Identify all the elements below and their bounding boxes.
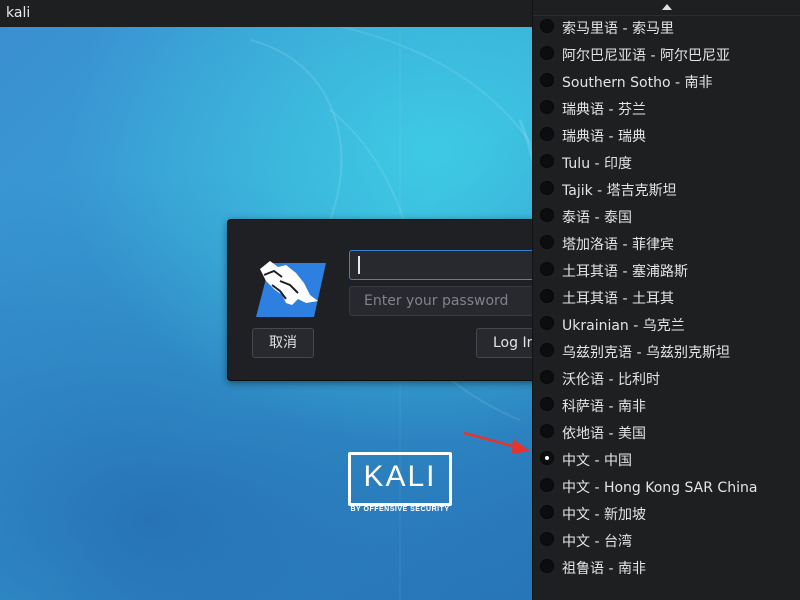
language-menu-item-label: Ukrainian - 乌克兰 bbox=[562, 318, 685, 334]
kali-dragon-avatar-icon bbox=[256, 261, 326, 317]
language-menu-item[interactable]: Ukrainian - 乌克兰 bbox=[533, 310, 800, 337]
language-menu-item[interactable]: 沃伦语 - 比利时 bbox=[533, 364, 800, 391]
language-menu-item[interactable]: 瑞典语 - 芬兰 bbox=[533, 94, 800, 121]
radio-icon bbox=[540, 316, 554, 330]
radio-icon bbox=[540, 505, 554, 519]
kali-logo-tagline: BY OFFENSIVE SECURITY bbox=[350, 506, 450, 513]
text-cursor bbox=[358, 256, 360, 274]
language-menu-item[interactable]: Tajik - 塔吉克斯坦 bbox=[533, 175, 800, 202]
radio-icon bbox=[540, 208, 554, 222]
language-menu-item[interactable]: 中文 - Hong Kong SAR China bbox=[533, 472, 800, 499]
language-menu-item-label: 瑞典语 - 瑞典 bbox=[562, 129, 646, 145]
language-menu-item-label: 塔加洛语 - 菲律宾 bbox=[562, 237, 674, 253]
language-menu-item[interactable]: 土耳其语 - 塞浦路斯 bbox=[533, 256, 800, 283]
language-menu-item-label: 瑞典语 - 芬兰 bbox=[562, 102, 646, 118]
language-menu-item[interactable]: 瑞典语 - 瑞典 bbox=[533, 121, 800, 148]
radio-icon bbox=[540, 100, 554, 114]
radio-icon bbox=[540, 127, 554, 141]
language-menu-item[interactable]: 索马里语 - 索马里 bbox=[533, 13, 800, 40]
language-menu[interactable]: 索马里语 - 索马里阿尔巴尼亚语 - 阿尔巴尼亚 Southern Sotho -… bbox=[532, 0, 800, 600]
language-menu-item-label: 中文 - 中国 bbox=[562, 453, 632, 469]
language-menu-item-label: 土耳其语 - 土耳其 bbox=[562, 291, 674, 307]
radio-icon bbox=[540, 235, 554, 249]
radio-icon bbox=[540, 181, 554, 195]
language-menu-item[interactable]: 阿尔巴尼亚语 - 阿尔巴尼亚 bbox=[533, 40, 800, 67]
radio-icon bbox=[540, 424, 554, 438]
kali-logo: KALI BY OFFENSIVE SECURITY bbox=[348, 452, 452, 516]
language-menu-item-label: 泰语 - 泰国 bbox=[562, 210, 632, 226]
kali-logo-text: KALI bbox=[363, 460, 437, 493]
radio-icon bbox=[540, 154, 554, 168]
language-menu-item[interactable]: 乌兹别克语 - 乌兹别克斯坦 bbox=[533, 337, 800, 364]
language-list: 索马里语 - 索马里阿尔巴尼亚语 - 阿尔巴尼亚 Southern Sotho -… bbox=[533, 13, 800, 580]
red-arrow-annotation-icon bbox=[463, 431, 530, 454]
language-menu-item-label: 祖鲁语 - 南非 bbox=[562, 561, 646, 577]
radio-icon bbox=[540, 478, 554, 492]
radio-icon bbox=[540, 262, 554, 276]
radio-icon bbox=[540, 343, 554, 357]
radio-icon bbox=[540, 370, 554, 384]
radio-icon bbox=[540, 73, 554, 87]
password-placeholder: Enter your password bbox=[364, 293, 509, 309]
language-menu-item[interactable]: Tulu - 印度 bbox=[533, 148, 800, 175]
hostname-label: kali bbox=[6, 5, 31, 21]
language-menu-item[interactable]: 科萨语 - 南非 bbox=[533, 391, 800, 418]
language-menu-item-label: 中文 - 台湾 bbox=[562, 534, 632, 550]
language-menu-item-label: 中文 - Hong Kong SAR China bbox=[562, 480, 758, 496]
language-menu-item[interactable]: 泰语 - 泰国 bbox=[533, 202, 800, 229]
language-menu-item-label: 科萨语 - 南非 bbox=[562, 399, 646, 415]
language-menu-item-label: 阿尔巴尼亚语 - 阿尔巴尼亚 bbox=[562, 48, 730, 64]
language-menu-item-label: 乌兹别克语 - 乌兹别克斯坦 bbox=[562, 345, 730, 361]
language-menu-item-label: 沃伦语 - 比利时 bbox=[562, 372, 660, 388]
language-menu-item[interactable]: 中文 - 台湾 bbox=[533, 526, 800, 553]
username-input[interactable] bbox=[349, 250, 549, 280]
language-menu-item[interactable]: Southern Sotho - 南非 bbox=[533, 67, 800, 94]
arrow-up-icon bbox=[662, 4, 672, 10]
radio-selected-icon bbox=[540, 451, 554, 465]
password-input[interactable]: Enter your password bbox=[349, 286, 549, 316]
language-menu-item[interactable]: 中文 - 中国 bbox=[533, 445, 800, 472]
radio-icon bbox=[540, 19, 554, 33]
language-menu-item-label: Tulu - 印度 bbox=[562, 156, 633, 172]
radio-icon bbox=[540, 397, 554, 411]
radio-icon bbox=[540, 46, 554, 60]
language-menu-item[interactable]: 祖鲁语 - 南非 bbox=[533, 553, 800, 580]
kali-logo-frame: KALI bbox=[348, 452, 452, 506]
language-menu-item[interactable]: 土耳其语 - 土耳其 bbox=[533, 283, 800, 310]
login-dialog: Enter your password 取消 Log In bbox=[227, 219, 557, 381]
radio-icon bbox=[540, 289, 554, 303]
language-menu-item[interactable]: 依地语 - 美国 bbox=[533, 418, 800, 445]
language-menu-item-label: 中文 - 新加坡 bbox=[562, 507, 646, 523]
language-menu-item-label: Southern Sotho - 南非 bbox=[562, 75, 713, 91]
radio-icon bbox=[540, 532, 554, 546]
cancel-button[interactable]: 取消 bbox=[252, 328, 314, 358]
language-menu-item-label: 索马里语 - 索马里 bbox=[562, 21, 674, 37]
language-menu-item[interactable]: 中文 - 新加坡 bbox=[533, 499, 800, 526]
language-menu-item-label: 依地语 - 美国 bbox=[562, 426, 646, 442]
language-menu-item-label: Tajik - 塔吉克斯坦 bbox=[562, 183, 677, 199]
radio-icon bbox=[540, 559, 554, 573]
language-menu-item-label: 土耳其语 - 塞浦路斯 bbox=[562, 264, 688, 280]
language-menu-item[interactable]: 塔加洛语 - 菲律宾 bbox=[533, 229, 800, 256]
